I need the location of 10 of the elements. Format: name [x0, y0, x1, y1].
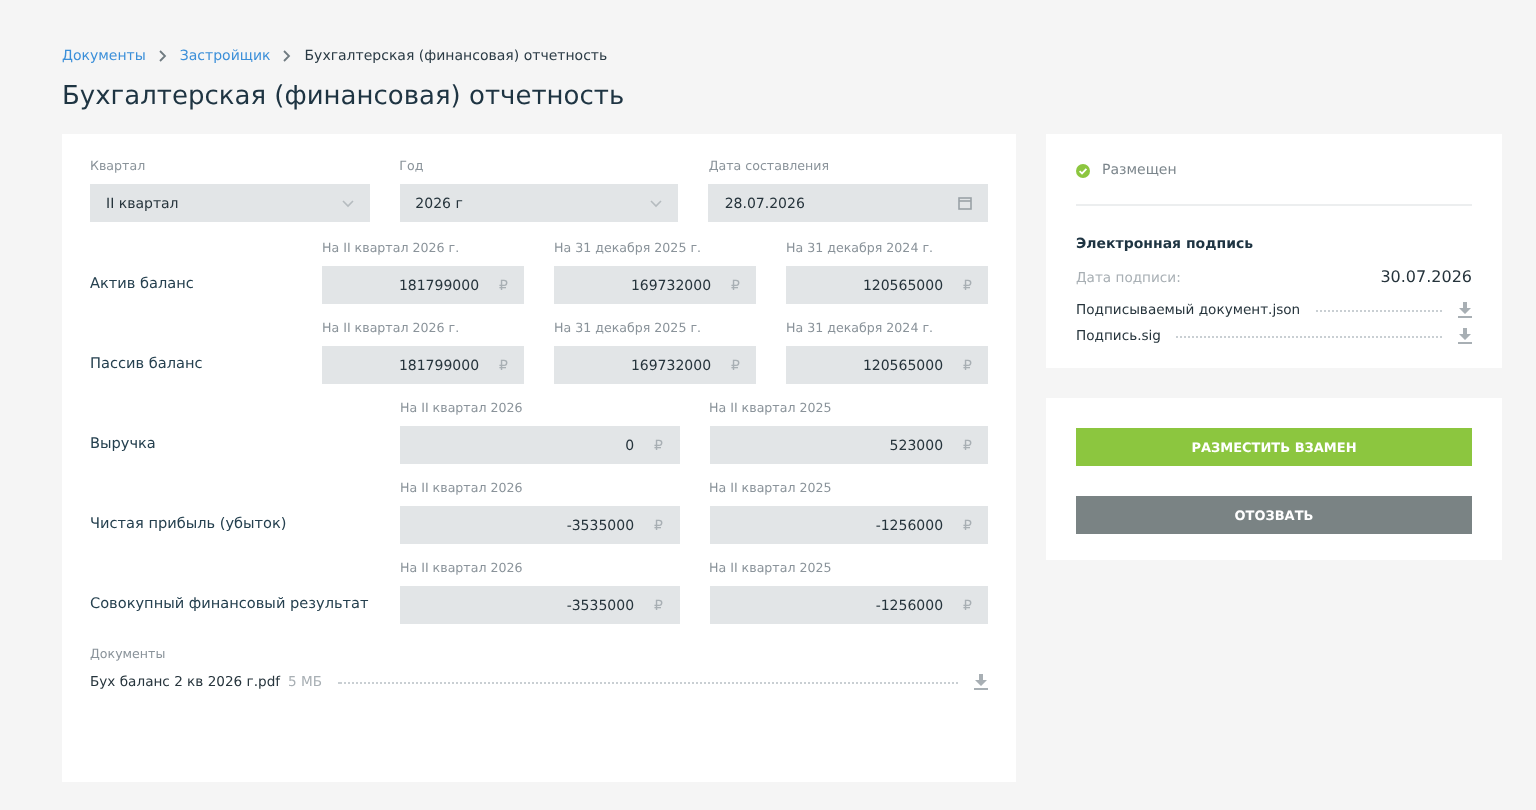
download-icon[interactable]: [1458, 328, 1472, 344]
download-icon[interactable]: [1458, 302, 1472, 318]
chevron-down-icon: [650, 199, 663, 207]
calendar-icon: [958, 196, 972, 210]
chevron-down-icon: [341, 199, 354, 207]
chevron-right-icon: [282, 50, 293, 62]
chevron-right-icon: [157, 50, 168, 62]
download-icon[interactable]: [974, 674, 988, 690]
signature-date: 30.07.2026: [1380, 268, 1472, 286]
page-title: Бухгалтерская (финансовая) отчетность: [62, 82, 627, 112]
